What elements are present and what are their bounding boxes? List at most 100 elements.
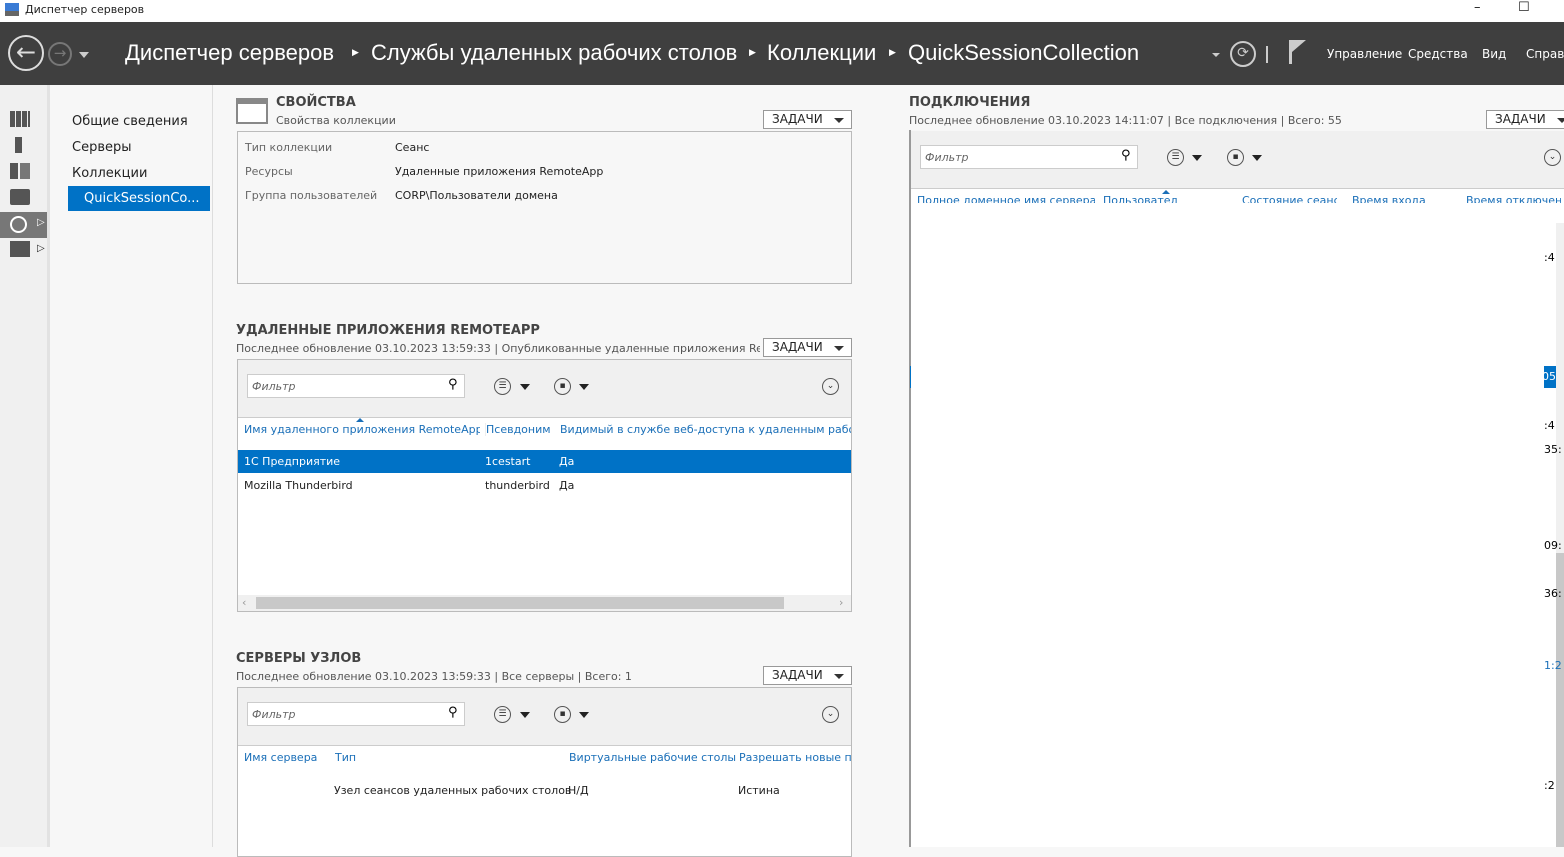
- nav-item-quicksessioncollection[interactable]: QuickSessionCo...: [68, 186, 210, 211]
- connections-filter-input[interactable]: Фильтр: [920, 145, 1138, 169]
- file-storage-icon[interactable]: [10, 189, 30, 205]
- cell-alias: thunderbird: [485, 479, 550, 492]
- sidebar-rail: ▷ ▷: [0, 85, 50, 847]
- breadcrumb-server-manager[interactable]: Диспетчер серверов: [125, 40, 334, 66]
- save-query-icon[interactable]: ▪: [1227, 149, 1244, 166]
- expand-icon[interactable]: ⌄: [822, 378, 839, 395]
- nav-item-servers[interactable]: Серверы: [72, 140, 132, 155]
- connections-toolbar: Фильтр ⚲ ☰ ▪ ⌄: [911, 131, 1564, 189]
- expand-icon[interactable]: ⌄: [1544, 149, 1561, 166]
- hosts-filter-input[interactable]: Фильтр: [247, 702, 465, 726]
- forward-button[interactable]: →: [48, 42, 72, 66]
- nav-item-overview[interactable]: Общие сведения: [72, 114, 188, 129]
- hosts-tasks-button[interactable]: ЗАДАЧИ: [763, 666, 852, 685]
- history-dropdown-icon[interactable]: [79, 52, 89, 58]
- scroll-right-icon[interactable]: ›: [839, 596, 843, 609]
- breadcrumb-collection[interactable]: QuickSessionCollection: [908, 40, 1139, 66]
- window-title: Диспетчер серверов: [25, 3, 145, 16]
- properties-title: СВОЙСТВА: [276, 95, 356, 110]
- local-server-icon[interactable]: [15, 137, 22, 153]
- dropdown-icon[interactable]: [1212, 53, 1220, 57]
- table-row[interactable]: Mozilla Thunderbird thunderbird Да: [238, 474, 851, 497]
- list-view-icon[interactable]: ☰: [494, 378, 511, 395]
- app-icon: [5, 3, 19, 16]
- clipped-cell-text: :4: [1544, 419, 1555, 432]
- property-value: CORP\Пользователи домена: [395, 189, 558, 202]
- rds-icon: [10, 216, 27, 233]
- expand-arrow-icon[interactable]: ▷: [37, 217, 45, 228]
- save-query-icon[interactable]: ▪: [554, 706, 571, 723]
- navigation-pane: Общие сведения Серверы Коллекции QuickSe…: [53, 85, 213, 847]
- list-view-icon[interactable]: ☰: [1167, 149, 1184, 166]
- minimize-button[interactable]: –: [1474, 0, 1481, 15]
- rds-item[interactable]: ▷: [0, 212, 47, 238]
- dropdown-icon[interactable]: [579, 712, 589, 718]
- menu-tools[interactable]: Средства: [1408, 47, 1468, 61]
- remoteapp-filter-input[interactable]: Фильтр: [247, 374, 465, 398]
- column-header-app-name[interactable]: Имя удаленного приложения RemoteApp: [244, 423, 480, 436]
- properties-panel: Тип коллекции Сеанс Ресурсы Удаленные пр…: [237, 131, 852, 284]
- remoteapp-toolbar: Фильтр ⚲ ☰ ▪ ⌄: [238, 360, 851, 418]
- menu-view[interactable]: Вид: [1482, 47, 1506, 61]
- cell-app-name: 1С Предприятие: [244, 455, 341, 468]
- dropdown-icon[interactable]: [520, 384, 530, 390]
- notifications-flag-icon[interactable]: [1289, 40, 1306, 64]
- dashboard-icon[interactable]: [10, 111, 30, 127]
- vertical-scrollbar[interactable]: [1556, 223, 1564, 847]
- column-header-logon-time[interactable]: Время входа: [1352, 194, 1432, 203]
- list-view-icon[interactable]: ☰: [494, 706, 511, 723]
- search-icon[interactable]: ⚲: [1121, 148, 1558, 163]
- expand-icon[interactable]: ⌄: [822, 706, 839, 723]
- connections-tasks-button[interactable]: ЗАДАЧИ: [1486, 110, 1564, 129]
- property-label: Группа пользователей: [245, 189, 378, 202]
- scrollbar-thumb[interactable]: [256, 597, 784, 609]
- nav-item-collections[interactable]: Коллекции: [72, 166, 147, 181]
- breadcrumb-collections[interactable]: Коллекции: [767, 40, 876, 66]
- all-servers-icon[interactable]: [10, 163, 30, 179]
- breadcrumb-rds[interactable]: Службы удаленных рабочих столов: [371, 40, 737, 66]
- dropdown-icon[interactable]: [520, 712, 530, 718]
- divider: [1266, 46, 1268, 63]
- clipped-cell-text: 09:: [1544, 539, 1562, 552]
- column-header-allow-new[interactable]: Разрешать новые подключения: [739, 751, 851, 764]
- cell-virtual-desktops: Н/Д: [568, 784, 589, 797]
- hosts-subtitle: Последнее обновление 03.10.2023 13:59:33…: [236, 670, 632, 683]
- dropdown-icon[interactable]: [1252, 155, 1262, 161]
- clipped-cell-text: 1:2: [1544, 659, 1562, 672]
- properties-tasks-button[interactable]: ЗАДАЧИ: [763, 110, 852, 129]
- property-label: Тип коллекции: [245, 141, 333, 154]
- column-header-type[interactable]: Тип: [335, 751, 356, 764]
- horizontal-scrollbar[interactable]: ‹ ›: [238, 595, 851, 611]
- remoteapp-panel: Фильтр ⚲ ☰ ▪ ⌄ Имя удаленного приложения…: [237, 359, 852, 612]
- menu-manage[interactable]: Управление: [1327, 47, 1402, 61]
- file-services-icon[interactable]: [10, 241, 30, 257]
- connections-title: ПОДКЛЮЧЕНИЯ: [909, 95, 1031, 110]
- column-header-server-name[interactable]: Имя сервера: [244, 751, 317, 764]
- column-header-session-state[interactable]: Состояние сеанса: [1242, 194, 1337, 203]
- menu-help[interactable]: Справка: [1526, 47, 1564, 61]
- maximize-button[interactable]: ☐: [1518, 0, 1530, 15]
- expand-arrow-icon[interactable]: ▷: [37, 243, 45, 254]
- dropdown-icon[interactable]: [579, 384, 589, 390]
- column-header-server-fqdn[interactable]: Полное доменное имя сервера: [917, 194, 1095, 203]
- back-button[interactable]: ←: [8, 35, 44, 71]
- table-row-selected[interactable]: 1С Предприятие 1cestart Да: [238, 450, 851, 473]
- remoteapp-tasks-button[interactable]: ЗАДАЧИ: [763, 338, 852, 357]
- table-row[interactable]: Узел сеансов удаленных рабочих столов Н/…: [238, 780, 851, 802]
- column-header-virtual-desktops[interactable]: Виртуальные рабочие столы: [569, 751, 736, 764]
- dropdown-icon[interactable]: [1192, 155, 1202, 161]
- property-label: Ресурсы: [245, 165, 293, 178]
- column-header-disconnect-time[interactable]: Время отключения: [1466, 194, 1561, 203]
- cell-alias: 1cestart: [485, 455, 531, 468]
- connections-subtitle: Последнее обновление 03.10.2023 14:11:07…: [909, 114, 1342, 127]
- clipped-cell-text-selected: 05:: [1544, 366, 1556, 388]
- column-header-alias[interactable]: Псевдоним: [485, 423, 553, 436]
- sort-ascending-icon: [356, 418, 364, 422]
- column-header-user[interactable]: Пользователь: [1103, 194, 1178, 203]
- column-header-visible[interactable]: Видимый в службе веб-доступа к удаленным…: [560, 423, 851, 436]
- clipped-cell-text: 35:: [1544, 443, 1562, 456]
- scroll-left-icon[interactable]: ‹: [242, 596, 246, 609]
- sort-ascending-icon: [1162, 190, 1170, 194]
- save-query-icon[interactable]: ▪: [554, 378, 571, 395]
- refresh-icon[interactable]: ⟳: [1230, 41, 1256, 67]
